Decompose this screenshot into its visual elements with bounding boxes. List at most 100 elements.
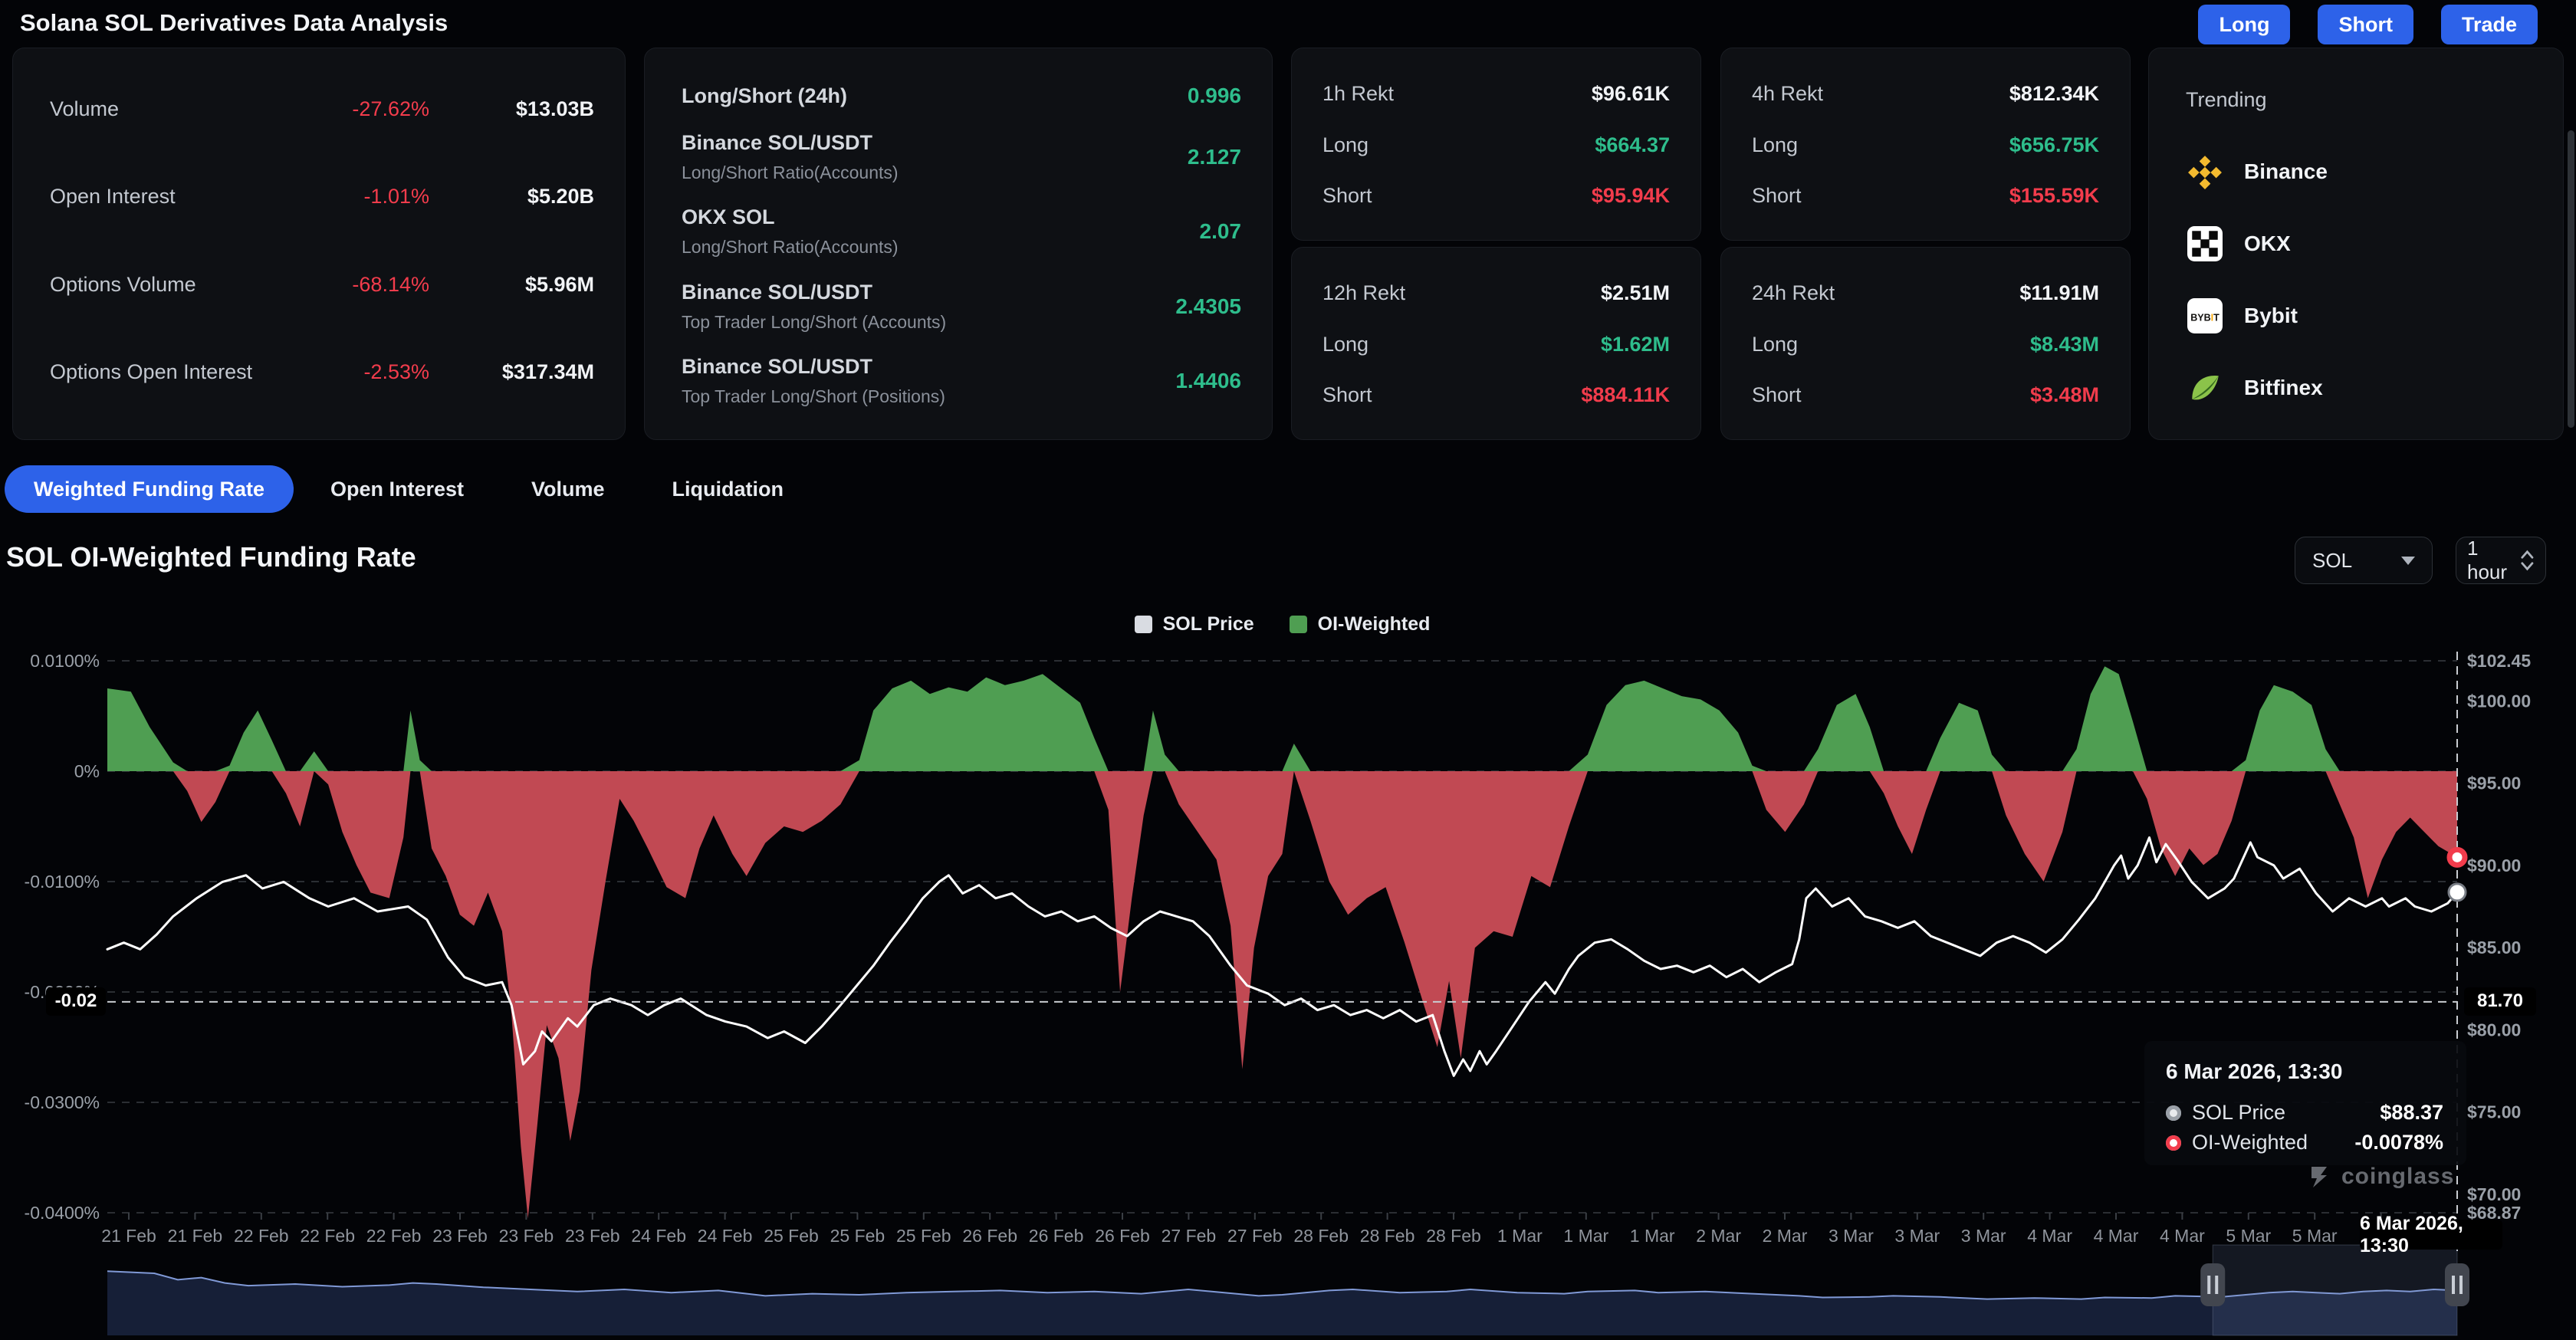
x-axis-tick: 2 Mar — [1696, 1226, 1741, 1246]
tooltip-series-label: OI-Weighted — [2192, 1131, 2308, 1154]
x-axis-tick: 3 Mar — [1961, 1226, 2006, 1246]
tooltip-row: OI-Weighted -0.0078% — [2166, 1131, 2443, 1154]
funding-area-negative — [107, 771, 2457, 1218]
x-axis-tick: 24 Feb — [631, 1226, 686, 1246]
rekt-row: Short$884.11K — [1322, 383, 1670, 407]
rekt-row: Long$656.75K — [1752, 133, 2099, 157]
price-end-marker — [2449, 884, 2466, 901]
y-left-tick: 0% — [74, 761, 100, 781]
y-left-tick: -0.0300% — [25, 1092, 100, 1112]
rekt-card: 24h Rekt$11.91M Long$8.43M Short$3.48M — [1720, 247, 2131, 440]
x-axis-tick: 23 Feb — [432, 1226, 488, 1246]
x-axis-tick: 3 Mar — [1829, 1226, 1874, 1246]
rekt-row: Long$1.62M — [1322, 333, 1670, 356]
tooltip-series-dot — [2166, 1105, 2181, 1121]
y-right-tick: $80.00 — [2467, 1020, 2521, 1039]
tooltip-series-label: SOL Price — [2192, 1101, 2285, 1125]
x-axis-tick: 5 Mar — [2292, 1226, 2338, 1246]
x-axis-tick: 26 Feb — [1095, 1226, 1150, 1246]
x-axis-tick: 28 Feb — [1360, 1226, 1415, 1246]
x-axis-tick: 27 Feb — [1162, 1226, 1217, 1246]
rekt-short-label: Short — [1752, 184, 2009, 208]
chart-tooltip: 6 Mar 2026, 13:30 SOL Price $88.37 OI-Weig… — [2144, 1041, 2466, 1165]
y-right-tick: $85.00 — [2467, 938, 2521, 957]
rekt-card: 1h Rekt$96.61K Long$664.37 Short$95.94K — [1291, 48, 1701, 241]
crosshair-date-label: 6 Mar 2026, 13:30 — [2360, 1220, 2502, 1250]
crosshair-left-label: -0.02 — [46, 987, 106, 1016]
y-left-tick: -0.0100% — [25, 872, 100, 892]
rekt-card: 12h Rekt$2.51M Long$1.62M Short$884.11K — [1291, 247, 1701, 440]
rekt-row: Short$95.94K — [1322, 184, 1670, 208]
rekt-period-label: 1h Rekt — [1322, 82, 1592, 106]
navigator-handle-right[interactable] — [2445, 1263, 2469, 1306]
x-axis-tick: 25 Feb — [764, 1226, 819, 1246]
x-axis-tick: 1 Mar — [1630, 1226, 1675, 1246]
rekt-short-label: Short — [1322, 383, 1581, 407]
y-right-tick: $100.00 — [2467, 691, 2531, 711]
x-axis-tick: 1 Mar — [1563, 1226, 1608, 1246]
x-axis-tick: 4 Mar — [2027, 1226, 2072, 1246]
x-axis-tick: 21 Feb — [101, 1226, 156, 1246]
x-axis-tick: 22 Feb — [300, 1226, 355, 1246]
rekt-period-label: 4h Rekt — [1752, 82, 2009, 106]
navigator-handle-left[interactable] — [2200, 1263, 2225, 1306]
tooltip-series-value: -0.0078% — [2354, 1131, 2443, 1154]
rekt-long-value: $8.43M — [2030, 333, 2099, 356]
rekt-long-value: $1.62M — [1601, 333, 1670, 356]
x-axis-tick: 4 Mar — [2094, 1226, 2139, 1246]
rekt-row: 12h Rekt$2.51M — [1322, 281, 1670, 305]
rekt-card: 4h Rekt$812.34K Long$656.75K Short$155.59K — [1720, 48, 2131, 241]
rekt-row: Long$664.37 — [1322, 133, 1670, 157]
rekt-row: 4h Rekt$812.34K — [1752, 82, 2099, 106]
rekt-row: Long$8.43M — [1752, 333, 2099, 356]
y-left-tick: 0.0100% — [30, 651, 100, 671]
rekt-short-value: $155.59K — [2009, 184, 2099, 208]
x-axis-tick: 28 Feb — [1293, 1226, 1349, 1246]
y-right-tick: $95.00 — [2467, 773, 2521, 793]
rekt-short-value: $3.48M — [2030, 383, 2099, 407]
x-axis-tick: 23 Feb — [499, 1226, 554, 1246]
x-axis-tick: 22 Feb — [234, 1226, 289, 1246]
rekt-period-label: 24h Rekt — [1752, 281, 2019, 305]
x-axis-tick: 3 Mar — [1894, 1226, 1940, 1246]
rekt-row: 24h Rekt$11.91M — [1752, 281, 2099, 305]
rekt-period-label: 12h Rekt — [1322, 281, 1601, 305]
rekt-short-value: $884.11K — [1581, 383, 1670, 407]
rekt-long-value: $656.75K — [2009, 133, 2099, 157]
rekt-row: Short$3.48M — [1752, 383, 2099, 407]
rekt-short-label: Short — [1322, 184, 1592, 208]
x-axis-tick: 5 Mar — [2226, 1226, 2271, 1246]
tooltip-series-value: $88.37 — [2380, 1101, 2443, 1125]
x-axis-tick: 26 Feb — [1029, 1226, 1084, 1246]
rekt-total: $812.34K — [2009, 82, 2099, 106]
y-left-tick: -0.0400% — [25, 1203, 100, 1223]
x-axis-tick: 23 Feb — [565, 1226, 620, 1246]
x-axis-tick: 27 Feb — [1227, 1226, 1283, 1246]
rekt-row: 1h Rekt$96.61K — [1322, 82, 1670, 106]
rekt-long-value: $664.37 — [1595, 133, 1670, 157]
rekt-short-label: Short — [1752, 383, 2030, 407]
rekt-total: $11.91M — [2019, 281, 2099, 305]
rekt-row: Short$155.59K — [1752, 184, 2099, 208]
y-right-tick: $102.45 — [2467, 651, 2531, 671]
tooltip-series-dot — [2166, 1135, 2181, 1151]
rekt-total: $2.51M — [1601, 281, 1670, 305]
page-scrollbar[interactable] — [2568, 130, 2574, 428]
x-axis-tick: 1 Mar — [1497, 1226, 1543, 1246]
rekt-long-label: Long — [1752, 133, 2009, 157]
x-axis-tick: 21 Feb — [168, 1226, 223, 1246]
rekt-long-label: Long — [1752, 333, 2030, 356]
rekt-long-label: Long — [1322, 333, 1601, 356]
y-right-tick: $70.00 — [2467, 1184, 2521, 1204]
tooltip-timestamp: 6 Mar 2026, 13:30 — [2166, 1059, 2443, 1084]
navigator-selection[interactable] — [2213, 1245, 2457, 1335]
funding-end-marker — [2450, 849, 2465, 865]
rekt-long-label: Long — [1322, 133, 1595, 157]
coinglass-logo-icon — [2306, 1164, 2332, 1190]
rekt-short-value: $95.94K — [1592, 184, 1670, 208]
funding-area-positive — [107, 666, 2457, 771]
x-axis-tick: 25 Feb — [896, 1226, 951, 1246]
coinglass-watermark: coinglass — [2306, 1164, 2454, 1190]
x-axis-tick: 2 Mar — [1763, 1226, 1808, 1246]
tooltip-row: SOL Price $88.37 — [2166, 1101, 2443, 1125]
